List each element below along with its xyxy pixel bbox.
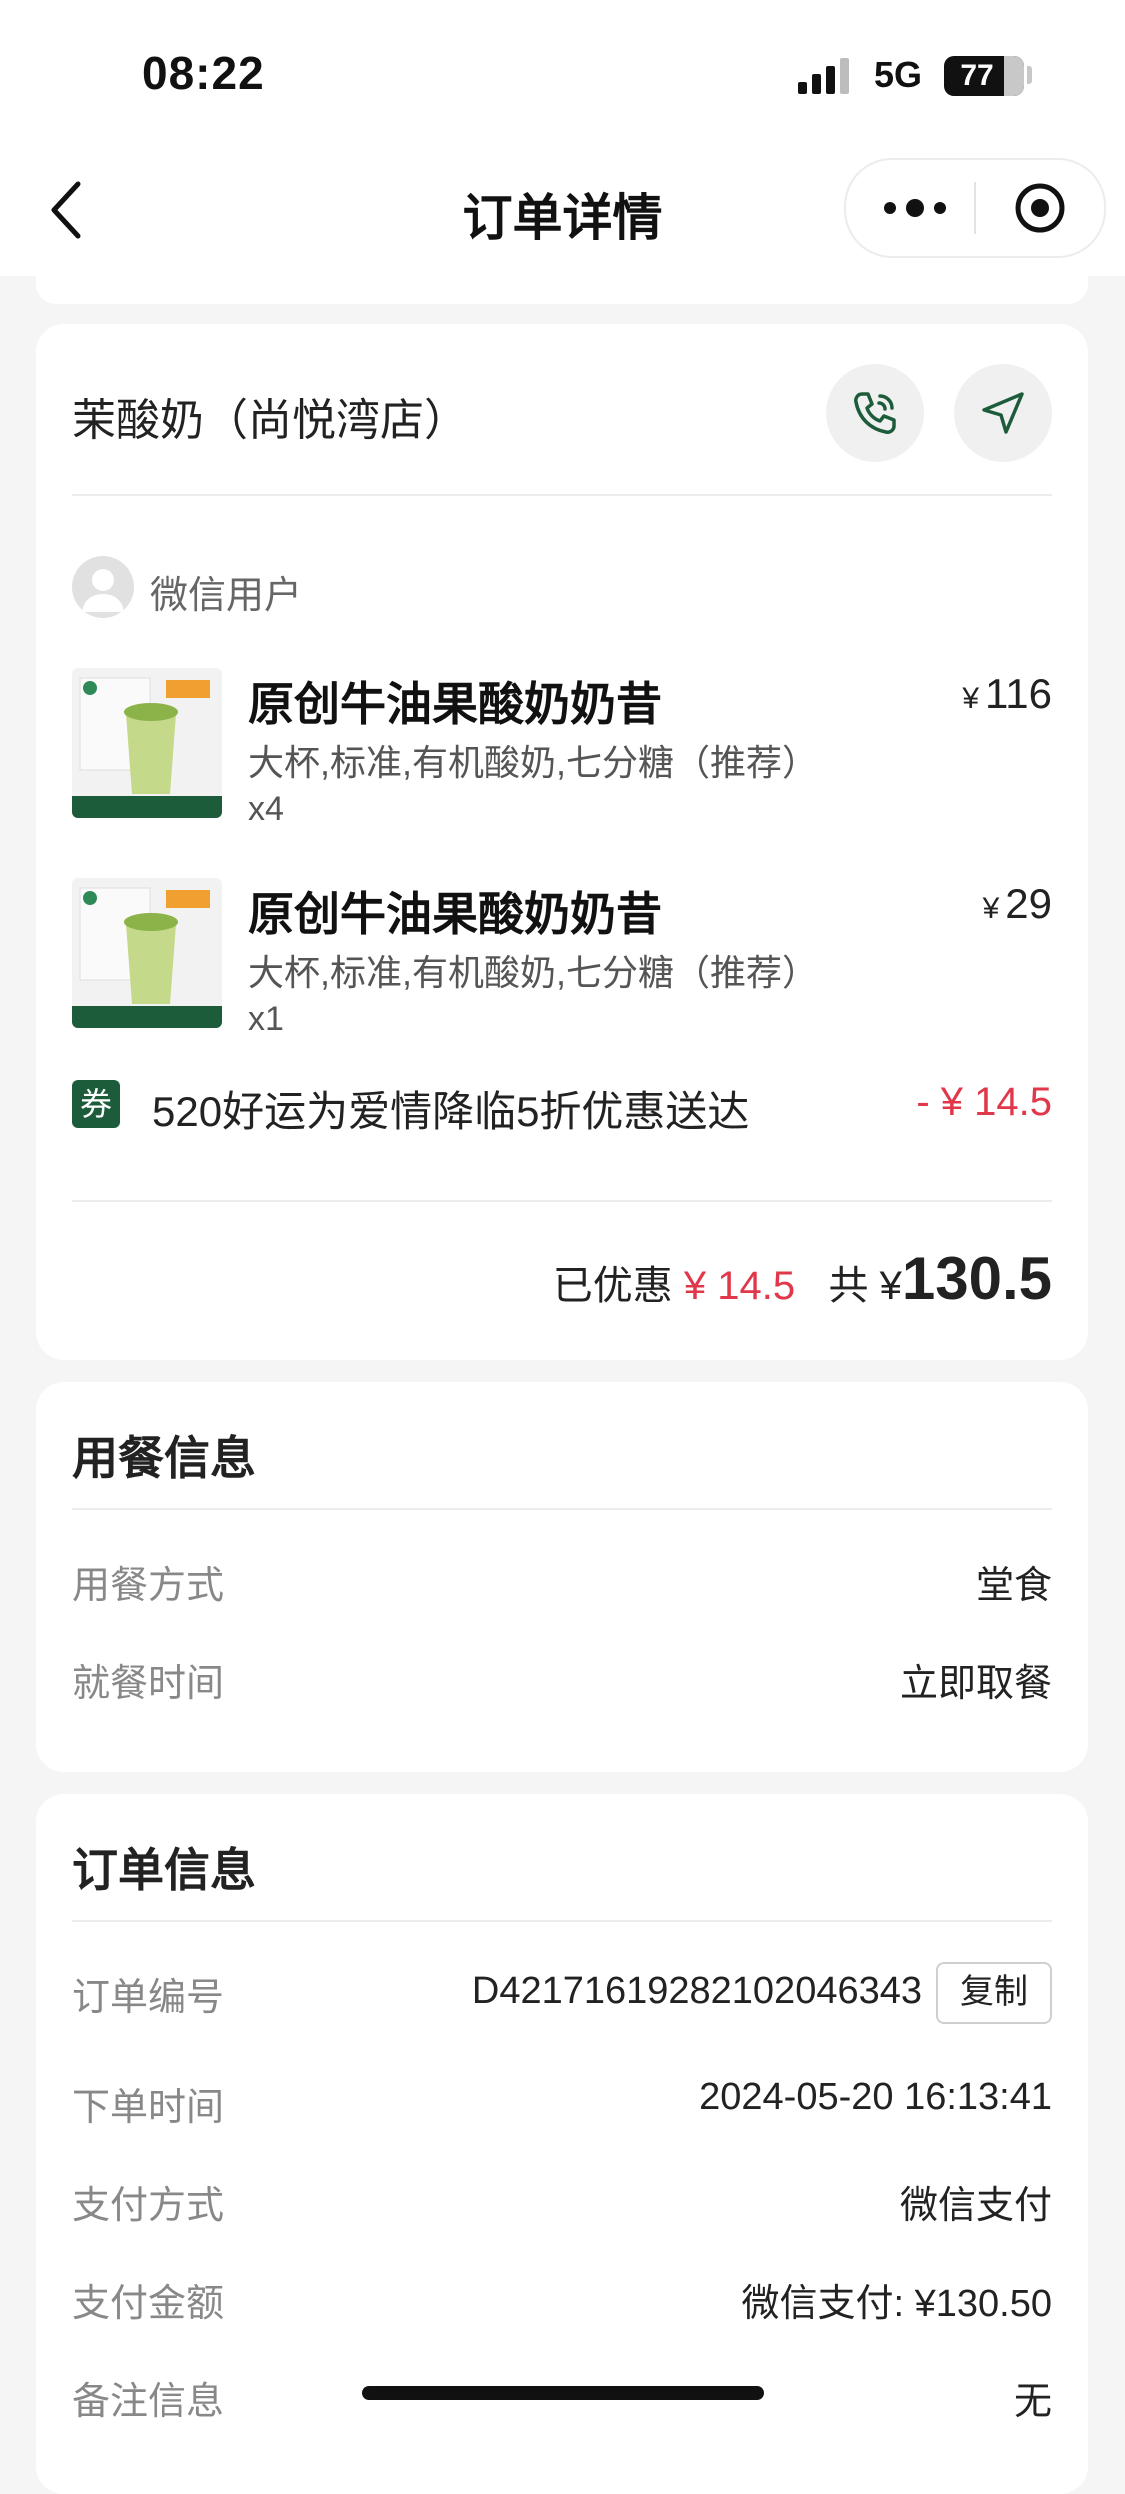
miniprogram-capsule (844, 158, 1106, 258)
item-quantity: x1 (248, 1000, 284, 1038)
coupon-icon: 券 (72, 1080, 120, 1128)
battery-level: 77 (960, 59, 994, 92)
item-name: 原创牛油果酸奶奶昔 (248, 888, 662, 940)
payment-amount-value: 微信支付: ¥130.50 (741, 2283, 1052, 2325)
dining-time-value: 立即取餐 (899, 1663, 1052, 1705)
order-number-label: 订单编号 (72, 1977, 225, 2019)
store-name[interactable]: 茉酸奶（尚悦湾店） (72, 384, 468, 448)
item-price: ¥116 (962, 670, 1052, 718)
battery-icon: 77 (944, 56, 1024, 96)
dining-method-value: 堂食 (975, 1565, 1052, 1607)
copy-button[interactable]: 复制 (936, 1962, 1052, 2024)
divider (72, 1508, 1052, 1510)
divider (72, 1920, 1052, 1922)
nav-bar: 订单详情 (0, 150, 1125, 276)
item-price-value: 116 (985, 670, 1052, 717)
battery-tip (1027, 66, 1032, 84)
previous-card-edge (36, 276, 1088, 304)
order-total: 已优惠 ¥ 14.5 共 ¥130.5 (553, 1244, 1052, 1313)
total-label: 共 (828, 1264, 869, 1308)
section-title: 订单信息 (72, 1844, 256, 1896)
divider (72, 1200, 1052, 1202)
currency-symbol: ¥ (879, 1264, 902, 1308)
dining-info-card: 用餐信息 用餐方式 堂食 就餐时间 立即取餐 (36, 1382, 1088, 1772)
avatar (72, 556, 134, 618)
item-quantity: x4 (248, 790, 284, 828)
divider (72, 494, 1052, 496)
remark-label: 备注信息 (72, 2381, 225, 2423)
order-time-value: 2024-05-20 16:13:41 (699, 2076, 1052, 2118)
close-miniprogram-icon[interactable] (1014, 182, 1066, 234)
item-price: ¥29 (983, 880, 1052, 928)
dining-method-label: 用餐方式 (72, 1565, 225, 1607)
network-type: 5G (874, 54, 923, 95)
discount-amount: ¥ 14.5 (683, 1264, 796, 1308)
status-time: 08:22 (142, 47, 265, 99)
item-spec: 大杯,标准,有机酸奶,七分糖（推荐） (248, 742, 819, 783)
navigate-button[interactable] (954, 364, 1052, 462)
item-price-value: 29 (1005, 880, 1052, 927)
user-name: 微信用户 (150, 575, 303, 617)
total-amount: 130.5 (901, 1245, 1052, 1312)
order-number-value: D42171619282102046343 (471, 1970, 922, 2012)
item-name: 原创牛油果酸奶奶昔 (248, 678, 662, 730)
payment-amount-label: 支付金额 (72, 2283, 225, 2325)
coupon-amount: - ¥ 14.5 (916, 1080, 1052, 1124)
currency-symbol: ¥ (962, 682, 980, 715)
item-spec: 大杯,标准,有机酸奶,七分糖（推荐） (248, 952, 819, 993)
currency-symbol: ¥ (982, 892, 1000, 925)
navigation-arrow-icon (982, 392, 1024, 434)
remark-value: 无 (1013, 2381, 1052, 2423)
home-indicator[interactable] (362, 2386, 764, 2400)
dining-time-label: 就餐时间 (72, 1663, 225, 1705)
avocado-smoothie-image (72, 887, 222, 1028)
coupon-text: 520好运为爱情降临5折优惠送达 (152, 1088, 750, 1135)
status-bar: 08:22 5G 77 (0, 0, 1125, 150)
order-time-label: 下单时间 (72, 2087, 225, 2129)
section-title: 用餐信息 (72, 1432, 256, 1484)
payment-method-value: 微信支付 (899, 2185, 1052, 2227)
signal-icon (798, 58, 858, 94)
user-icon (82, 569, 124, 612)
order-card: 茉酸奶（尚悦湾店） 微信用户 原创牛油果酸奶奶昔 ¥116 大杯,标准,有机酸奶… (36, 324, 1088, 1360)
call-store-button[interactable] (826, 364, 924, 462)
capsule-divider (974, 182, 976, 234)
avocado-smoothie-image (72, 677, 222, 818)
payment-method-label: 支付方式 (72, 2185, 225, 2227)
more-icon[interactable] (880, 190, 950, 226)
product-image (72, 878, 222, 1028)
discount-label: 已优惠 (552, 1264, 673, 1308)
product-image (72, 668, 222, 818)
phone-icon (854, 392, 896, 434)
